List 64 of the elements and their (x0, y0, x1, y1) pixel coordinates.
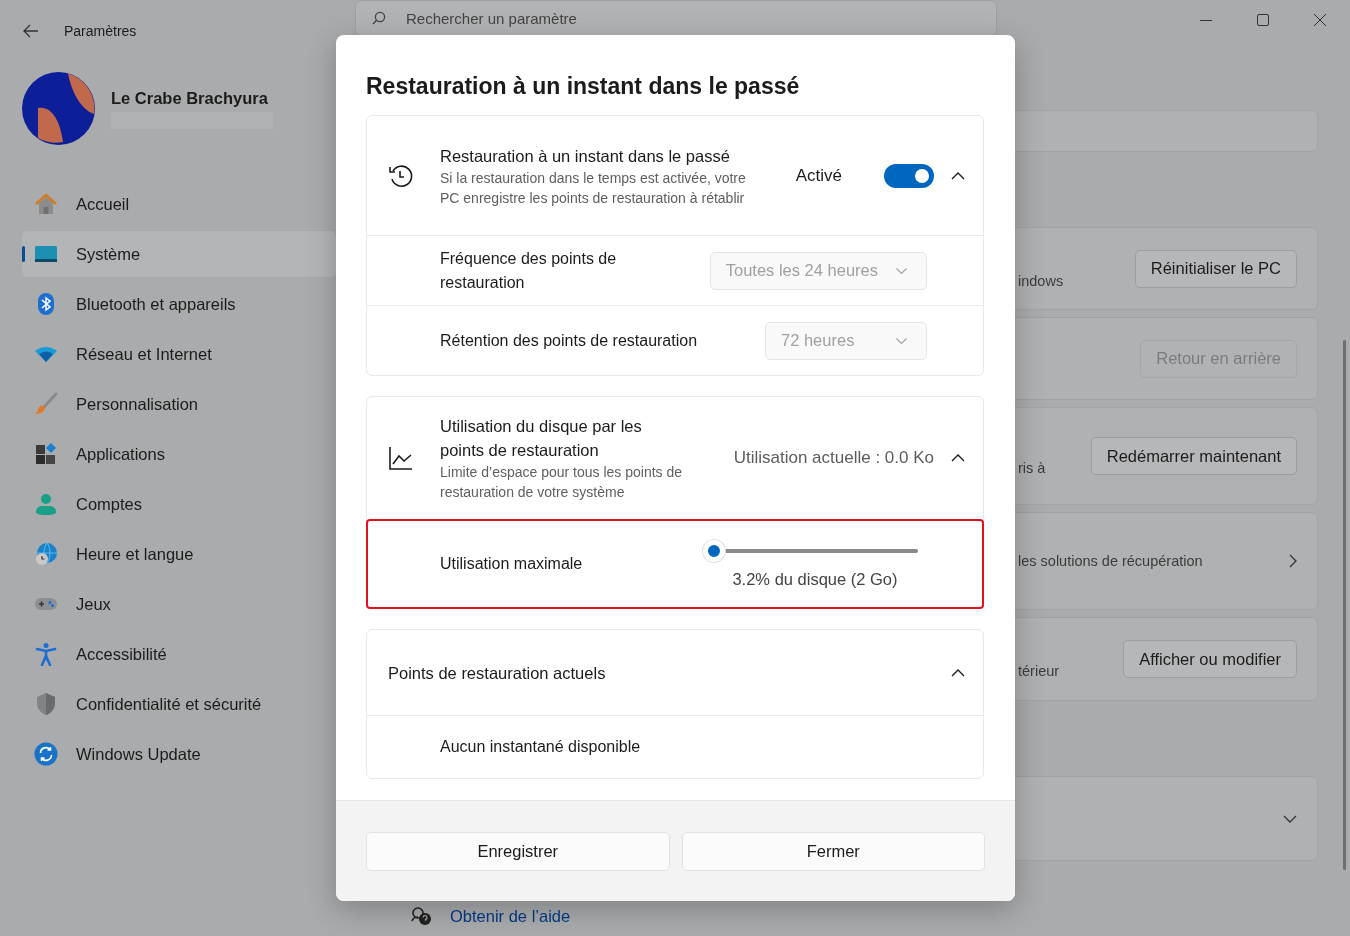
search-icon (372, 11, 386, 25)
row-label: Fréquence des points de restauration (440, 248, 618, 293)
user-name: Le Crabe Brachyura (111, 88, 269, 108)
card-button[interactable]: Réinitialiser le PC (1134, 249, 1297, 288)
card-button[interactable]: Afficher ou modifier (1123, 640, 1297, 678)
toggle-switch[interactable] (884, 163, 934, 188)
chevron-down-icon (896, 337, 907, 344)
row-label: Utilisation maximale (440, 554, 584, 574)
chevron-icon[interactable] (951, 454, 965, 462)
sidebar-item[interactable]: Accessibilité (22, 631, 336, 677)
accessibility-icon (34, 642, 58, 666)
card-description: ris à (1018, 460, 1046, 476)
maximize-icon[interactable] (1257, 14, 1269, 26)
sidebar-item[interactable]: Applications (22, 431, 336, 477)
search-field[interactable]: Rechercher un paramètre (355, 0, 997, 36)
history-icon (388, 162, 414, 189)
section-title: Points de restauration actuels (388, 662, 607, 684)
sidebar-item[interactable]: Réseau et Internet (22, 331, 336, 377)
chevron-right-icon[interactable] (1289, 554, 1297, 568)
house-icon (34, 192, 58, 216)
sidebar-item[interactable]: Heure et langue (22, 531, 336, 577)
selection-indicator (22, 246, 25, 262)
chevron-icon[interactable] (1283, 814, 1297, 823)
help-link[interactable]: Obtenir de l’aide (450, 906, 571, 926)
slider-reading: 3.2% du disque (2 Go) (732, 569, 898, 589)
line-chart-icon (388, 445, 414, 471)
globe-clock-icon (34, 542, 58, 566)
sidebar-item[interactable]: Windows Update (22, 731, 336, 777)
window-title: Paramètres (64, 23, 137, 39)
toggle-state: Activé (795, 165, 842, 186)
brush-icon (34, 392, 58, 416)
apps-icon (34, 442, 58, 466)
shield-icon (34, 692, 58, 716)
sidebar-item[interactable]: Système (22, 231, 336, 277)
section-title: Restauration à un instant dans le passé (440, 145, 731, 167)
card-description: les solutions de récupération (1018, 553, 1203, 569)
sidebar-item[interactable]: Comptes (22, 481, 336, 527)
slider-thumb[interactable] (703, 539, 725, 562)
row-label: Aucun instantané disponible (440, 737, 642, 757)
row-label: Rétention des points de restauration (440, 330, 699, 351)
scrollbar[interactable] (1343, 340, 1346, 870)
sidebar-item[interactable]: Confidentialité et sécurité (22, 681, 336, 727)
card-description: térieur (1018, 663, 1060, 679)
chevron-icon[interactable] (951, 171, 965, 180)
dialog-button[interactable]: Enregistrer (366, 831, 670, 871)
usage-reading: Utilisation actuelle : 0.0 Ko (733, 448, 934, 468)
dialog-title: Restauration à un instant dans le passé (366, 72, 801, 101)
card-button[interactable]: Redémarrer maintenant (1090, 437, 1297, 475)
chevron-icon[interactable] (951, 668, 965, 677)
close-icon[interactable] (1314, 14, 1326, 26)
sync-icon (34, 742, 58, 766)
sidebar-item[interactable]: Personnalisation (22, 381, 336, 427)
back-icon[interactable] (23, 24, 39, 38)
sidebar-item[interactable]: Jeux (22, 581, 336, 627)
section-description: Limite d’espace pour tous les points de restauration de votre système (440, 463, 684, 502)
sidebar-item[interactable]: Accueil (22, 181, 336, 227)
card-description: indows (1018, 272, 1064, 289)
sidebar-item[interactable]: Bluetooth et appareils (22, 281, 336, 327)
dialog-button[interactable]: Fermer (681, 831, 985, 871)
person-icon (34, 492, 58, 516)
section-title: Utilisation du disque par les points de restauration (440, 416, 643, 461)
section-description: Si la restauration dans le temps est activée, votre PC enregistre les points de restauration à rétablir (440, 168, 747, 208)
help-icon (410, 906, 432, 926)
chevron-down-icon (896, 267, 907, 274)
